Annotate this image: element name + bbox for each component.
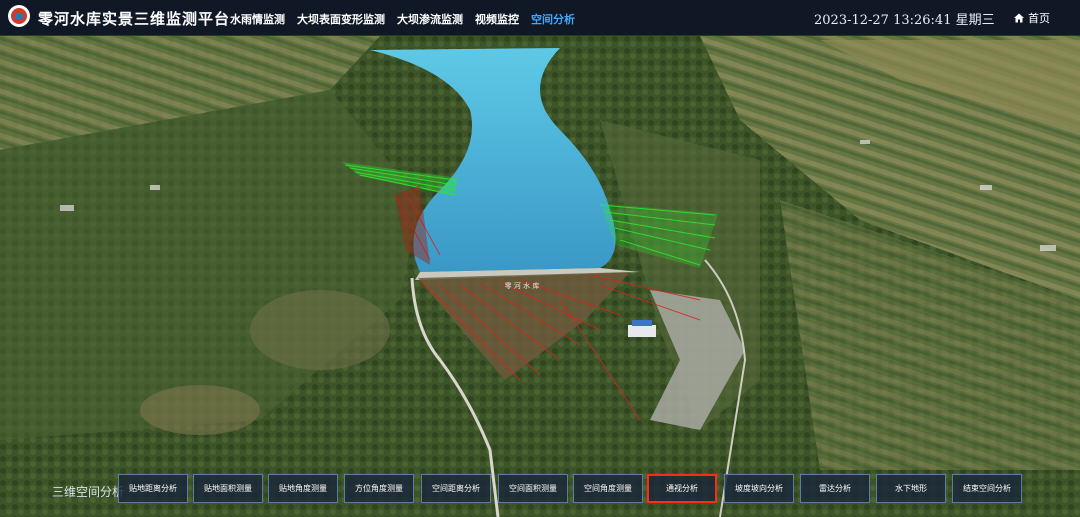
azimuth-angle-button[interactable]: 方位角度测量 <box>344 474 414 503</box>
underwater-terrain-button[interactable]: 水下地形 <box>876 474 946 503</box>
ground-distance-button[interactable]: 贴地距离分析 <box>118 474 188 503</box>
nav-item-video-monitoring[interactable]: 视频监控 <box>475 11 519 27</box>
radar-analysis-button[interactable]: 雷达分析 <box>800 474 870 503</box>
ground-area-button[interactable]: 贴地面积测量 <box>193 474 263 503</box>
terrain-3d-scene[interactable]: 零 河 水 库 <box>0 0 1080 517</box>
nav-item-dam-seepage[interactable]: 大坝渗流监测 <box>397 11 463 27</box>
home-icon <box>1014 13 1024 23</box>
nav-item-rain-monitoring[interactable]: 水雨情监测 <box>230 11 285 27</box>
end-analysis-button[interactable]: 结束空间分析 <box>952 474 1022 503</box>
ground-angle-button[interactable]: 贴地角度测量 <box>268 474 338 503</box>
dam-name-label: 零 河 水 库 <box>505 281 540 290</box>
home-button[interactable]: 首页 <box>1014 10 1050 26</box>
main-nav: 水雨情监测 大坝表面变形监测 大坝渗流监测 视频监控 空间分析 <box>230 11 575 27</box>
toolbar-title: 三维空间分析 <box>52 485 125 499</box>
space-distance-button[interactable]: 空间距离分析 <box>421 474 491 503</box>
app-logo <box>8 5 30 27</box>
spatial-analysis-toolbar: 三维空间分析 贴地距离分析 贴地面积测量 贴地角度测量 方位角度测量 空间距离分… <box>0 470 1080 510</box>
home-label: 首页 <box>1028 12 1050 25</box>
space-area-button[interactable]: 空间面积测量 <box>498 474 568 503</box>
slope-aspect-button[interactable]: 坡度坡向分析 <box>724 474 794 503</box>
app-title: 零河水库实景三维监测平台 <box>38 10 231 28</box>
visibility-analysis-button[interactable]: 通视分析 <box>647 474 717 503</box>
nav-item-spatial-analysis[interactable]: 空间分析 <box>531 11 575 27</box>
space-angle-button[interactable]: 空间角度测量 <box>573 474 643 503</box>
current-datetime: 2023-12-27 13:26:41 星期三 <box>814 13 995 28</box>
nav-item-dam-deformation[interactable]: 大坝表面变形监测 <box>297 11 385 27</box>
top-header-bar: 零河水库实景三维监测平台 水雨情监测 大坝表面变形监测 大坝渗流监测 视频监控 … <box>0 0 1080 36</box>
